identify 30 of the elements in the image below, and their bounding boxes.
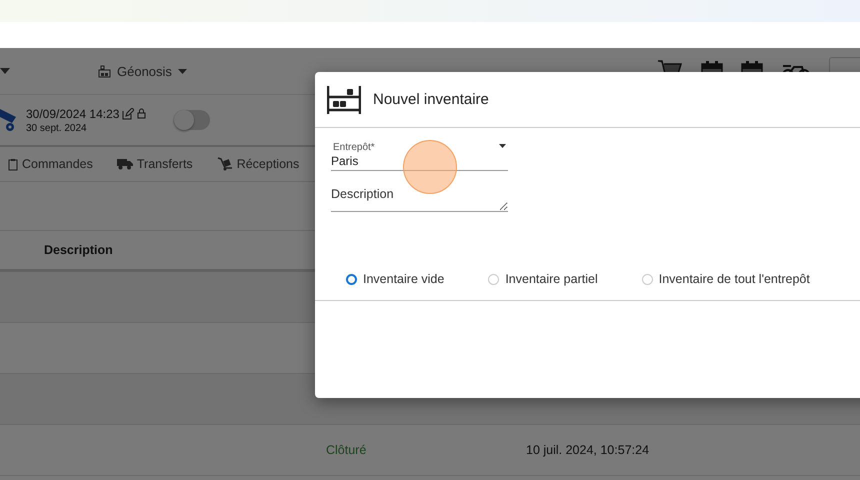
session-datetime: 30/09/2024 14:23 (26, 106, 120, 120)
click-marker (403, 140, 457, 194)
date-cell: 10 juil. 2024, 10:57:24 (526, 443, 650, 457)
description-field[interactable]: Description (331, 187, 508, 212)
status-cell-text: Clôturé (326, 443, 368, 457)
site-selector[interactable]: Géonosis (98, 64, 187, 78)
session-date: 30 sept. 2024 (26, 122, 88, 134)
toggle-switch[interactable] (174, 110, 210, 130)
truck-icon (116, 158, 133, 170)
nav-tab[interactable]: Transferts (116, 157, 193, 171)
warehouse-icon (98, 64, 111, 78)
radio-button[interactable] (488, 274, 500, 284)
clipboard-icon (8, 158, 18, 170)
caret-icon[interactable] (0, 68, 10, 74)
caret-icon (499, 144, 506, 148)
shelf-icon (327, 86, 361, 114)
radio-label[interactable]: Inventaire vide (363, 272, 444, 286)
nav-tab[interactable]: Commandes (8, 157, 93, 171)
radio-button[interactable] (346, 274, 357, 284)
radio-label[interactable]: Inventaire partiel (505, 272, 598, 286)
lock-icon[interactable] (137, 108, 146, 119)
radio-label[interactable]: Inventaire de tout l'entrepôt (658, 272, 810, 286)
radio-button[interactable] (642, 274, 653, 284)
dialog-title: Nouvel inventaire (373, 91, 489, 108)
nav-tab[interactable]: Réceptions (216, 157, 300, 171)
warehouse-select[interactable]: Entrepôt* Paris (331, 142, 508, 171)
caret-icon (178, 68, 187, 74)
edit-icon[interactable] (122, 108, 134, 120)
column-header: Description (44, 243, 113, 257)
hand-truck-icon (216, 157, 233, 171)
